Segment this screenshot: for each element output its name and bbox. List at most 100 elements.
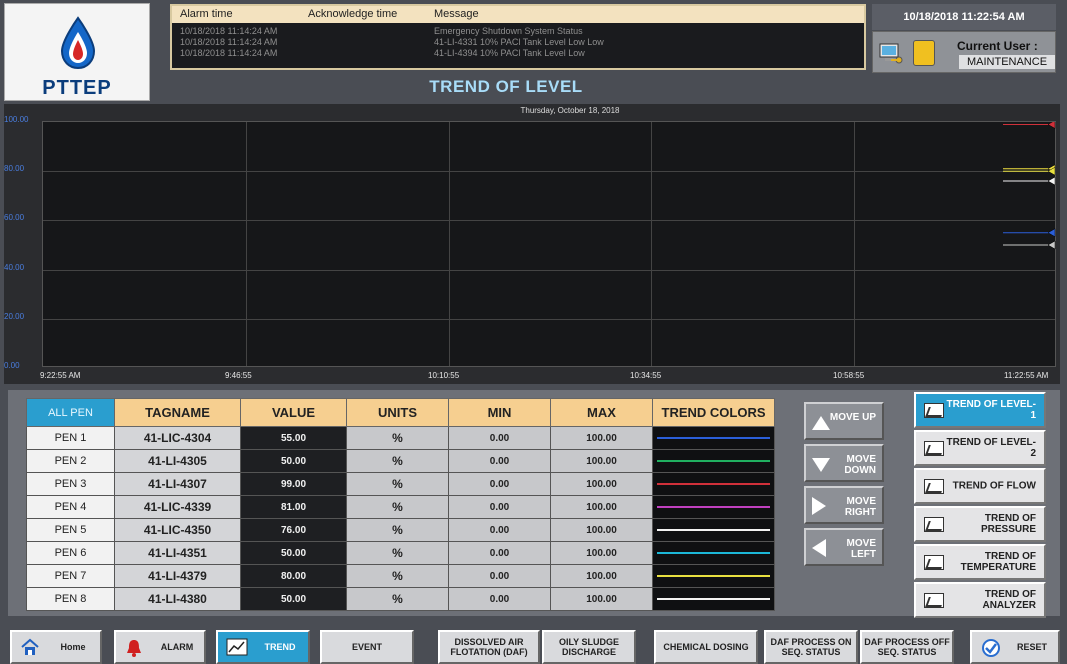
pen-button[interactable]: PEN 3	[26, 472, 115, 496]
trend-color-cell[interactable]	[652, 426, 775, 450]
x-tick-label: 10:58:55	[833, 371, 865, 380]
trend-plot-area[interactable]	[42, 121, 1056, 367]
value-cell: 50.00	[240, 449, 347, 473]
nav-button[interactable]: OILY SLUDGE DISCHARGE	[542, 630, 636, 664]
trend-color-cell[interactable]	[652, 541, 775, 565]
min-header: MIN	[448, 398, 551, 427]
pen-button[interactable]: PEN 4	[26, 495, 115, 519]
trend-icon	[226, 638, 248, 656]
pen-row[interactable]: PEN 2 41-LI-4305 50.00% 0.00 100.00	[26, 449, 775, 473]
alarm-row[interactable]: 10/18/2018 11:14:24 AM 41-LI-4394 10% PA…	[172, 48, 864, 59]
min-cell: 0.00	[448, 587, 551, 611]
trend-color-cell[interactable]	[652, 472, 775, 496]
pen-row[interactable]: PEN 6 41-LI-4351 50.00% 0.00 100.00	[26, 541, 775, 565]
x-tick-label: 9:22:55 AM	[40, 371, 81, 380]
min-cell: 0.00	[448, 564, 551, 588]
units-cell: %	[346, 518, 449, 542]
pen-row[interactable]: PEN 1 41-LIC-4304 55.00% 0.00 100.00	[26, 426, 775, 450]
units-cell: %	[346, 472, 449, 496]
y-tick-label: 0.00	[4, 361, 20, 370]
move-button-label: MOVE LEFT	[846, 538, 876, 560]
nav-button[interactable]: ALARM	[114, 630, 206, 664]
tagname-header: TAGNAME	[114, 398, 241, 427]
trend-button-label: TREND OF LEVEL-1	[946, 399, 1036, 421]
trend-color-cell[interactable]	[652, 449, 775, 473]
nav-button[interactable]: EVENT	[320, 630, 414, 664]
trend-select-button[interactable]: TREND OF LEVEL-1	[914, 392, 1046, 428]
pen-marker-41-LIC-4304[interactable]	[1047, 228, 1056, 238]
min-cell: 0.00	[448, 426, 551, 450]
pen-button[interactable]: PEN 8	[26, 587, 115, 611]
max-cell: 100.00	[550, 518, 653, 542]
value-cell: 80.00	[240, 564, 347, 588]
trend-color-swatch	[657, 575, 770, 577]
trend-select-button[interactable]: TREND OF PRESSURE	[914, 506, 1046, 542]
units-cell: %	[346, 541, 449, 565]
nav-button-label: EVENT	[351, 642, 382, 652]
trend-color-cell[interactable]	[652, 564, 775, 588]
pen-marker-41-LIC-4350[interactable]	[1047, 176, 1056, 186]
pen-button[interactable]: PEN 6	[26, 541, 115, 565]
pen-button[interactable]: PEN 2	[26, 449, 115, 473]
move-left-button[interactable]: MOVE LEFT	[804, 528, 884, 566]
trend-select-button[interactable]: TREND OF TEMPERATURE	[914, 544, 1046, 580]
max-header: MAX	[550, 398, 653, 427]
pen-button[interactable]: PEN 7	[26, 564, 115, 588]
nav-button[interactable]: DISSOLVED AIR FLOTATION (DAF)	[438, 630, 540, 664]
move-right-button[interactable]: MOVE RIGHT	[804, 486, 884, 524]
bell-icon	[124, 638, 144, 657]
nav-button[interactable]: CHEMICAL DOSING	[654, 630, 758, 664]
trend-color-swatch	[657, 552, 770, 554]
trend-lines	[1003, 122, 1056, 250]
computer-key-icon[interactable]	[879, 42, 905, 66]
nav-button[interactable]: DAF PROCESS ON SEQ. STATUS	[764, 630, 858, 664]
x-tick-label: 10:34:55	[630, 371, 662, 380]
units-cell: %	[346, 449, 449, 473]
trend-button-label: TREND OF TEMPERATURE	[960, 551, 1036, 573]
all-pen-button[interactable]: ALL PEN	[26, 398, 115, 427]
nav-button[interactable]: TREND	[216, 630, 310, 664]
arrow-up-icon	[812, 416, 830, 430]
max-cell: 100.00	[550, 587, 653, 611]
nav-button[interactable]: DAF PROCESS OFF SEQ. STATUS	[860, 630, 954, 664]
pen-row[interactable]: PEN 5 41-LIC-4350 76.00% 0.00 100.00	[26, 518, 775, 542]
nav-button-label: TREND	[264, 642, 296, 652]
trend-chart-icon	[924, 479, 944, 494]
alarm-row[interactable]: 10/18/2018 11:14:24 AM Emergency Shutdow…	[172, 26, 864, 37]
trend-select-button[interactable]: TREND OF FLOW	[914, 468, 1046, 504]
trend-color-cell[interactable]	[652, 587, 775, 611]
pen-row[interactable]: PEN 8 41-LI-4380 50.00% 0.00 100.00	[26, 587, 775, 611]
value-cell: 55.00	[240, 426, 347, 450]
trend-select-button[interactable]: TREND OF LEVEL-2	[914, 430, 1046, 466]
y-tick-label: 100.00	[4, 115, 29, 124]
y-tick-label: 20.00	[4, 311, 25, 321]
pen-row[interactable]: PEN 4 41-LIC-4339 81.00% 0.00 100.00	[26, 495, 775, 519]
pen-marker-41-LI-4380[interactable]	[1047, 240, 1056, 250]
pen-row[interactable]: PEN 7 41-LI-4379 80.00% 0.00 100.00	[26, 564, 775, 588]
move-up-button[interactable]: MOVE UP	[804, 402, 884, 440]
pen-row[interactable]: PEN 3 41-LI-4307 99.00% 0.00 100.00	[26, 472, 775, 496]
pen-marker-41-LI-4307[interactable]	[1047, 122, 1056, 129]
lock-icon[interactable]	[913, 40, 935, 66]
trend-chart-icon	[924, 593, 944, 608]
alarm-row[interactable]: 10/18/2018 11:14:24 AM 41-LI-4331 10% PA…	[172, 37, 864, 48]
move-down-button[interactable]: MOVE DOWN	[804, 444, 884, 482]
pen-button[interactable]: PEN 1	[26, 426, 115, 450]
max-cell: 100.00	[550, 472, 653, 496]
nav-button-label: ALARM	[160, 642, 194, 652]
move-button-label: MOVE DOWN	[844, 454, 876, 476]
arrow-left-icon	[812, 539, 826, 557]
trend-color-cell[interactable]	[652, 495, 775, 519]
alarm-message: 41-LI-4394 10% PACl Tank Level Low	[434, 48, 585, 58]
trend-color-cell[interactable]	[652, 518, 775, 542]
nav-button-label: Home	[60, 642, 86, 652]
trend-chart-icon	[924, 517, 944, 532]
nav-button[interactable]: Home	[10, 630, 102, 664]
x-tick-label: 11:22:55 AM	[1004, 371, 1049, 380]
alarm-summary-panel[interactable]: Alarm time Acknowledge time Message 10/1…	[170, 4, 866, 70]
trend-color-swatch	[657, 598, 770, 600]
pen-button[interactable]: PEN 5	[26, 518, 115, 542]
nav-button[interactable]: RESET	[970, 630, 1060, 664]
y-tick-label: 40.00	[4, 262, 25, 272]
trend-select-button[interactable]: TREND OF ANALYZER	[914, 582, 1046, 618]
